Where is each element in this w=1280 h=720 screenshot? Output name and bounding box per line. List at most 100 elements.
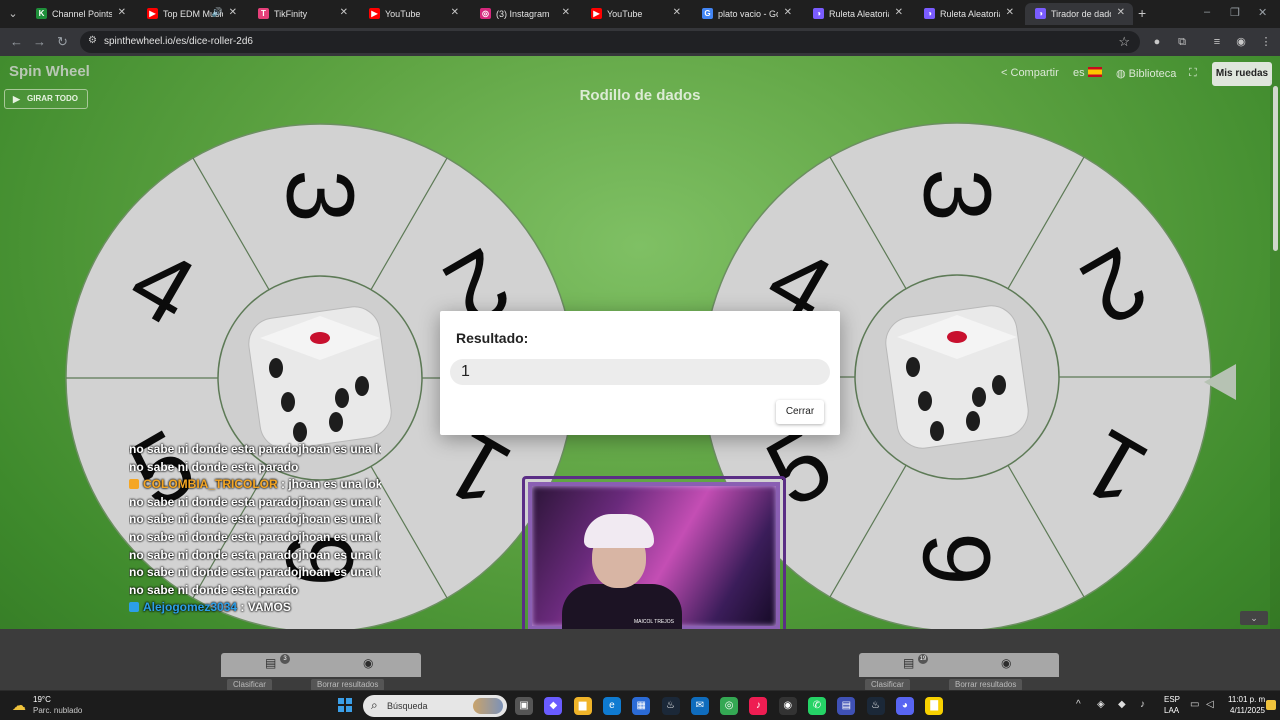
tab-0[interactable]: K Channel Points - K ✕ xyxy=(26,3,134,25)
extensions-puzzle-icon[interactable]: ⧉ xyxy=(1175,35,1189,49)
result-dialog: Resultado: 1 Cerrar xyxy=(440,311,840,435)
github-icon[interactable]: ◉ xyxy=(778,697,797,715)
input-language[interactable]: ESP xyxy=(1164,695,1180,704)
clear-results-button-right[interactable]: Borrar resultados xyxy=(949,679,1023,690)
sticky-notes-icon[interactable]: ▇ xyxy=(925,697,944,715)
results-list-icon[interactable]: ▤ xyxy=(265,656,276,670)
task-view-icon[interactable]: ▣ xyxy=(515,697,533,715)
tab-close-icon[interactable]: ✕ xyxy=(340,7,348,18)
language-selector[interactable]: es xyxy=(1073,67,1102,79)
chrome-icon[interactable]: ◎ xyxy=(720,697,739,715)
url-text[interactable]: spinthewheel.io/es/dice-roller-2d6 xyxy=(104,36,253,47)
tab-favicon-icon: ◑ xyxy=(813,8,824,19)
results-band xyxy=(0,629,1280,690)
my-wheels-button[interactable]: Mis ruedas xyxy=(1212,62,1272,86)
tab-5[interactable]: ▶ YouTube ✕ xyxy=(581,3,689,25)
tab-close-icon[interactable]: ✕ xyxy=(784,7,792,18)
windows-start-icon[interactable] xyxy=(338,698,352,712)
hide-eye-icon[interactable]: ◉ xyxy=(1001,656,1011,670)
edge-icon[interactable]: e xyxy=(602,697,621,715)
extension-icon[interactable]: ● xyxy=(1150,35,1164,49)
tab-7[interactable]: ◑ Ruleta Aleatoria ✕ xyxy=(803,3,911,25)
chat-text: no sabe ni donde esta paradojhoan es una… xyxy=(129,494,381,509)
partly-cloudy-icon[interactable]: ☁ xyxy=(12,697,26,714)
tab-4[interactable]: ◎ (3) Instagram ✕ xyxy=(470,3,578,25)
notification-icon[interactable] xyxy=(1266,700,1276,710)
dice-icon[interactable] xyxy=(245,303,394,452)
weather-temp[interactable]: 19°C xyxy=(33,695,51,704)
tab-audio-icon[interactable]: 🔊 xyxy=(212,7,223,18)
tab-close-icon[interactable]: ✕ xyxy=(562,7,570,18)
tab-6[interactable]: Gplato vacio - Goog ✕ xyxy=(692,3,800,25)
tab-close-icon[interactable]: ✕ xyxy=(895,7,903,18)
taskbar-search[interactable]: ⌕ Búsqueda xyxy=(363,695,507,717)
tab-label: Channel Points - K xyxy=(52,9,112,19)
tab-close-icon[interactable]: ✕ xyxy=(673,7,681,18)
discord-icon[interactable]: ◕ xyxy=(895,697,914,715)
reading-list-icon[interactable]: ≡ xyxy=(1210,35,1224,49)
maximize-icon[interactable]: ❐ xyxy=(1230,6,1240,19)
volume-icon[interactable]: ◁ xyxy=(1206,699,1214,710)
store-icon[interactable]: ▦ xyxy=(632,697,651,715)
tab-favicon-icon: ◑ xyxy=(1035,8,1046,19)
fullscreen-icon[interactable]: ⛶ xyxy=(1189,67,1197,80)
tray-app-icon[interactable]: ◈ xyxy=(1097,699,1105,710)
tab-1[interactable]: ▶ Top EDM Music 🔊 ✕ xyxy=(137,3,245,25)
chat-username: Alejogomez3034 xyxy=(143,600,238,615)
bookmark-star-icon[interactable]: ☆ xyxy=(1118,34,1130,50)
tray-app-icon[interactable]: ◆ xyxy=(1118,699,1126,710)
hide-eye-icon[interactable]: ◉ xyxy=(363,656,373,670)
tab-9[interactable]: ◑ Tirador de dados ✕ xyxy=(1025,3,1133,25)
tab-close-icon[interactable]: ✕ xyxy=(118,7,126,18)
tab-favicon-icon: G xyxy=(702,8,713,19)
site-info-icon[interactable]: ⚙ xyxy=(88,35,100,47)
copilot-icon[interactable]: ◆ xyxy=(544,697,563,715)
tab-close-icon[interactable]: ✕ xyxy=(229,7,237,18)
file-explorer-icon[interactable]: ▆ xyxy=(573,697,592,715)
sort-button-left[interactable]: Clasificar xyxy=(227,679,272,690)
library-button[interactable]: ◍ Biblioteca xyxy=(1116,67,1176,80)
tab-close-icon[interactable]: ✕ xyxy=(451,7,459,18)
steam-icon[interactable]: ♨ xyxy=(661,697,680,715)
menu-kebab-icon[interactable]: ⋮ xyxy=(1259,35,1273,49)
dice-icon[interactable] xyxy=(882,302,1031,451)
profile-avatar-icon[interactable]: ◉ xyxy=(1234,35,1248,49)
app-icon[interactable]: ▤ xyxy=(837,697,856,715)
tab-close-icon[interactable]: ✕ xyxy=(1006,7,1014,18)
webcam-caption: MAICOL TREJOS xyxy=(633,619,674,625)
close-dialog-button[interactable]: Cerrar xyxy=(776,400,824,424)
tab-2[interactable]: T TikFinity ✕ xyxy=(248,3,356,25)
mail-icon[interactable]: ✉ xyxy=(690,697,709,715)
sort-button-right[interactable]: Clasificar xyxy=(865,679,910,690)
search-placeholder: Búsqueda xyxy=(387,701,428,711)
weather-desc[interactable]: Parc. nublado xyxy=(33,706,82,715)
omnibox[interactable]: ⚙ spinthewheel.io/es/dice-roller-2d6 ☆ xyxy=(80,31,1140,53)
whatsapp-icon[interactable]: ✆ xyxy=(808,697,826,715)
back-icon[interactable]: ← xyxy=(10,34,23,49)
minimize-icon[interactable]: – xyxy=(1204,6,1210,18)
steam-icon[interactable]: ♨ xyxy=(866,697,885,715)
spain-flag-icon xyxy=(1087,67,1102,77)
forward-icon[interactable]: → xyxy=(33,34,46,49)
tab-8[interactable]: ◑ Ruleta Aleatoria - ✕ xyxy=(914,3,1022,25)
tray-chevron-icon[interactable]: ^ xyxy=(1076,699,1081,710)
tiktok-icon[interactable]: ♪ xyxy=(749,697,768,715)
results-list-icon[interactable]: ▤ xyxy=(903,656,914,670)
tab-close-icon[interactable]: ✕ xyxy=(1117,7,1125,18)
reload-icon[interactable]: ↻ xyxy=(57,34,68,50)
site-logo[interactable]: Spin Wheel xyxy=(9,63,90,80)
input-layout[interactable]: LAA xyxy=(1164,706,1179,715)
clear-results-button-left[interactable]: Borrar resultados xyxy=(311,679,385,690)
tab-3[interactable]: ▶ YouTube ✕ xyxy=(359,3,467,25)
share-button[interactable]: < Compartir xyxy=(1001,67,1059,79)
close-window-icon[interactable]: ✕ xyxy=(1258,6,1267,19)
chevron-down-icon[interactable]: ⌄ xyxy=(1240,611,1268,625)
clock-date[interactable]: 4/11/2025 xyxy=(1230,706,1265,715)
tab-search-icon[interactable]: ⌄ xyxy=(4,5,22,23)
microphone-icon[interactable]: ♪ xyxy=(1140,699,1145,710)
clock-time[interactable]: 11:01 p. m. xyxy=(1228,695,1267,704)
tab-label: plato vacio - Goog xyxy=(718,9,778,19)
new-tab-icon[interactable]: + xyxy=(1138,5,1146,21)
network-icon[interactable]: ▭ xyxy=(1190,699,1199,710)
scrollbar-thumb[interactable] xyxy=(1273,86,1278,251)
